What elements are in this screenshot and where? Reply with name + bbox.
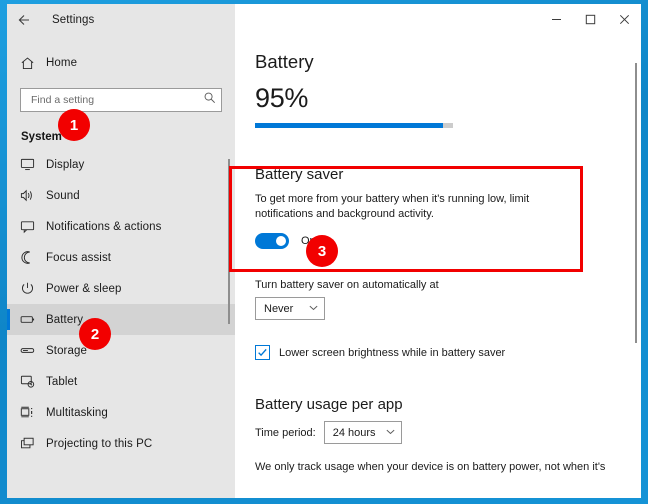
close-button[interactable] [607,4,641,35]
sidebar-item-label: Focus assist [46,251,112,264]
sidebar-item-projecting-to-this-pc[interactable]: Projecting to this PC [7,428,235,459]
battery-saver-heading: Battery saver [255,166,344,183]
sidebar-item-notifications-actions[interactable]: Notifications & actions [7,211,235,242]
minimize-button[interactable] [539,4,573,35]
sidebar-item-power-sleep[interactable]: Power & sleep [7,273,235,304]
chevron-down-icon [308,302,319,316]
sidebar-nav-list: Display Sound Notifications & actions Focus… [7,149,235,459]
title-bar-left: Settings [7,4,235,35]
caption-buttons [539,4,641,35]
back-button[interactable] [7,4,40,35]
window-title: Settings [52,13,95,26]
back-arrow-icon [18,14,29,25]
minimize-icon [551,19,561,20]
sidebar-item-label: Power & sleep [46,282,122,295]
battery-progress-bar [255,123,453,128]
tablet-icon [20,374,46,389]
auto-on-dropdown-value: Never [264,302,294,315]
sidebar-item-multitasking[interactable]: Multitasking [7,397,235,428]
lower-brightness-row[interactable]: Lower screen brightness while in battery… [255,345,641,360]
time-period-dropdown-value: 24 hours [332,426,376,439]
monitor-icon [20,157,46,172]
storage-icon [20,343,46,358]
sidebar-item-label: Notifications & actions [46,220,162,233]
maximize-button[interactable] [573,4,607,35]
battery-saver-description: To get more from your battery when it's … [255,193,530,220]
time-period-label: Time period: [255,426,316,439]
sidebar-item-focus-assist[interactable]: Focus assist [7,242,235,273]
sidebar-item-label: Tablet [46,375,78,388]
sidebar-item-label: Sound [46,189,80,202]
lower-brightness-label: Lower screen brightness while in battery… [279,346,506,359]
notification-icon [20,219,46,234]
multitasking-icon [20,405,46,420]
screen: Settings Home Find a setting System Disp… [0,0,648,504]
power-icon [20,281,46,296]
annotation-badge-2: 2 [79,318,111,350]
sidebar-item-battery[interactable]: Battery [7,304,235,335]
sidebar-item-tablet[interactable]: Tablet [7,366,235,397]
sidebar-group-title: System [21,131,62,143]
checkmark-icon [258,348,267,357]
sidebar-scrollbar[interactable] [228,159,230,324]
battery-saver-toggle[interactable] [255,233,289,249]
auto-on-dropdown[interactable]: Never [255,297,325,320]
sidebar-item-label: Projecting to this PC [46,437,153,450]
maximize-icon [585,14,595,25]
search-icon [203,91,216,109]
page-title: Battery [255,51,314,72]
search-input[interactable] [29,93,203,107]
toggle-knob [276,236,286,246]
main-content: Battery 95% Battery saver To get more fr… [235,35,641,498]
sidebar-item-label: Storage [46,344,87,357]
content-scrollbar[interactable] [635,63,637,343]
moon-icon [20,250,46,265]
auto-on-label: Turn battery saver on automatically at [255,279,439,291]
sidebar-item-display[interactable]: Display [7,149,235,180]
close-icon [619,14,629,25]
annotation-badge-1: 1 [58,109,90,141]
sidebar-item-home-label: Home [46,57,78,69]
search-box[interactable] [20,88,222,112]
sidebar-item-home[interactable]: Home [7,46,235,80]
usage-note: We only track usage when your device is … [255,461,606,473]
sidebar-item-label: Battery [46,313,84,326]
time-period-row: Time period: 24 hours [255,421,641,444]
sidebar: Home System Display Sound Notifications & … [7,35,235,498]
battery-percent-text: 95% [255,83,309,113]
home-icon [20,56,46,71]
chevron-down-icon [385,426,396,440]
sidebar-item-sound[interactable]: Sound [7,180,235,211]
sidebar-item-label: Display [46,158,85,171]
sidebar-item-storage[interactable]: Storage [7,335,235,366]
battery-progress-fill [255,123,444,128]
annotation-badge-3: 3 [306,235,338,267]
projecting-icon [20,436,46,451]
time-period-dropdown[interactable]: 24 hours [323,421,402,444]
sidebar-item-label: Multitasking [46,406,108,419]
title-bar: Settings [7,4,641,35]
lower-brightness-checkbox[interactable] [255,345,270,360]
usage-per-app-heading: Battery usage per app [255,396,403,413]
speaker-icon [20,188,46,203]
battery-icon [20,312,46,327]
